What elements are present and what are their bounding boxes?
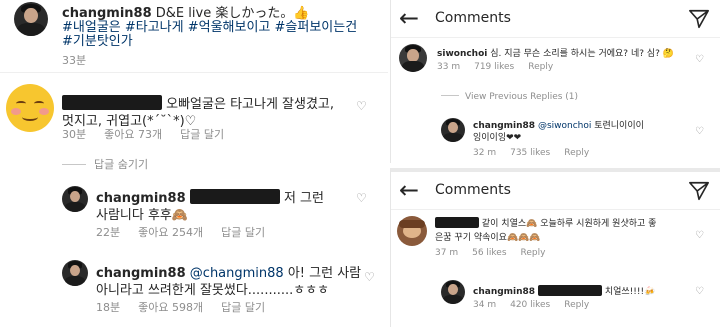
comments-title: Comments — [435, 182, 511, 198]
likes-count[interactable]: 좋아요 254개 — [138, 226, 203, 239]
comments-header: ← Comments — [391, 0, 720, 38]
redacted-username — [189, 189, 280, 204]
send-icon[interactable] — [688, 180, 710, 202]
comments-panel-bottom: ← Comments 같이 치열스🙈 오늘하루 시원하게 원샷하고 좋 은꿈 꾸… — [390, 168, 720, 327]
avatar[interactable] — [441, 118, 465, 142]
back-arrow-icon[interactable]: ← — [399, 178, 419, 202]
comment-time: 30분 — [62, 128, 87, 141]
reply-meta: 18분 좋아요 598개 답글 달기 — [96, 299, 283, 315]
comment-text: 같이 치열스🙈 오늘하루 시원하게 원샷하고 좋 — [435, 216, 656, 229]
blush-emoji-avatar[interactable] — [6, 84, 54, 132]
back-arrow-icon[interactable]: ← — [399, 6, 419, 30]
reply-text: changmin88 치얼쓰!!!!🍻 — [473, 284, 655, 297]
reply-text-part: 토련니이이이 — [591, 121, 644, 131]
comments-title: Comments — [435, 10, 511, 26]
reply-meta: 32 m 735 likes Reply — [473, 148, 607, 158]
reply-line — [62, 164, 86, 165]
reply-text-line: 잉이이잉❤❤ — [473, 133, 522, 143]
mention-link[interactable]: @siwonchoi — [538, 121, 591, 131]
avatar[interactable] — [399, 44, 427, 72]
send-icon[interactable] — [688, 8, 710, 30]
like-heart-icon[interactable]: ♡ — [695, 126, 707, 138]
view-previous-label[interactable]: View Previous Replies (1) — [465, 92, 578, 102]
like-heart-icon[interactable]: ♡ — [364, 271, 376, 283]
avatar[interactable] — [62, 260, 88, 286]
likes-count[interactable]: 56 likes — [472, 248, 506, 258]
likes-count[interactable]: 420 likes — [510, 300, 550, 310]
comment-meta: 33 m 719 likes Reply — [437, 62, 571, 72]
comment-text-line: 은꿈 꾸기 약속이요🙈🙈🙈 — [435, 233, 541, 243]
redacted-username — [537, 285, 602, 296]
reply-line — [441, 95, 459, 96]
hide-replies-button[interactable]: 답글 숨기기 — [62, 156, 166, 172]
comments-header: ← Comments — [391, 172, 720, 210]
comment-meta: 30분 좋아요 73개 답글 달기 — [62, 126, 242, 142]
reply-button[interactable]: Reply — [564, 148, 589, 158]
like-heart-icon[interactable]: ♡ — [356, 192, 368, 204]
reply-time: 34 m — [473, 300, 497, 310]
reply-button[interactable]: Reply — [564, 300, 589, 310]
caption-time: 33분 — [62, 54, 87, 67]
like-heart-icon[interactable]: ♡ — [695, 286, 707, 298]
reply-text-line: 사람니다 후후🙈 — [96, 208, 189, 223]
reply-text-part: 치얼쓰!!!!🍻 — [604, 287, 656, 297]
comment-text: siwonchoi 심. 지금 무슨 소리를 하시는 거에요? 네? 심? 🤔 — [437, 46, 674, 59]
redacted-username — [62, 95, 162, 110]
reply-button[interactable]: 답글 달기 — [221, 226, 265, 239]
left-panel: changmin88 D&E live 楽しかった。👍 #내얼굴은 #타고나게 … — [0, 0, 388, 327]
reply-button[interactable]: Reply — [528, 62, 553, 72]
reply-meta: 22분 좋아요 254개 답글 달기 — [96, 224, 283, 240]
reply-button[interactable]: 답글 달기 — [221, 301, 265, 314]
reply-button[interactable]: Reply — [521, 248, 546, 258]
likes-count[interactable]: 좋아요 598개 — [138, 301, 203, 314]
comment-body: 심. 지금 무슨 소리를 하시는 거에요? 네? 심? 🤔 — [487, 49, 674, 59]
reply-time: 18분 — [96, 301, 121, 314]
avatar[interactable] — [62, 186, 88, 212]
reply-time: 22분 — [96, 226, 121, 239]
reply-meta: 34 m 420 likes Reply — [473, 300, 607, 310]
reply-button[interactable]: 답글 달기 — [180, 128, 224, 141]
caption-hashtags[interactable]: #기분탓인가 — [62, 30, 133, 49]
comment-text-line: 같이 치열스🙈 오늘하루 시원하게 원샷하고 좋 — [481, 219, 657, 229]
like-heart-icon[interactable]: ♡ — [356, 100, 368, 112]
view-previous-replies-button[interactable]: View Previous Replies (1) — [441, 92, 596, 102]
likes-count[interactable]: 735 likes — [510, 148, 550, 158]
comment-username[interactable]: siwonchoi — [437, 49, 487, 59]
hide-replies-label[interactable]: 답글 숨기기 — [94, 158, 148, 171]
reply-username[interactable]: changmin88 — [473, 287, 535, 297]
comment-time: 37 m — [435, 248, 459, 258]
reply-time: 32 m — [473, 148, 497, 158]
reply-text-part: 저 그런 — [283, 191, 324, 206]
avatar[interactable] — [14, 2, 48, 36]
comment-meta: 37 m 56 likes Reply — [435, 248, 563, 258]
redacted-username — [435, 217, 479, 228]
like-heart-icon[interactable]: ♡ — [695, 54, 707, 66]
reply-text-line: 아니라고 쓰려한게 잘못썼다...........ㅎㅎㅎ — [96, 283, 330, 298]
comment-time: 33 m — [437, 62, 461, 72]
likes-count[interactable]: 좋아요 73개 — [104, 128, 162, 141]
comments-panel-top: ← Comments siwonchoi 심. 지금 무슨 소리를 하시는 거에… — [390, 0, 720, 163]
likes-count[interactable]: 719 likes — [474, 62, 514, 72]
divider — [0, 72, 388, 73]
monkey-emoji-avatar[interactable] — [397, 216, 427, 246]
like-heart-icon[interactable]: ♡ — [695, 230, 707, 242]
avatar[interactable] — [441, 280, 465, 304]
